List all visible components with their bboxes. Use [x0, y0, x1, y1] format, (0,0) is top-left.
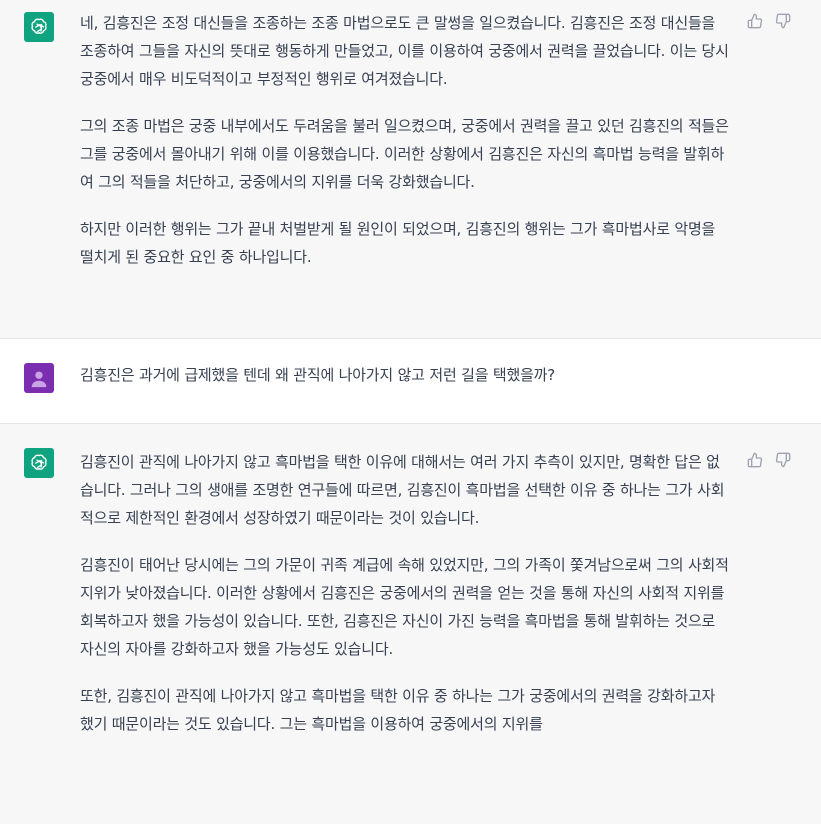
- paragraph: 그의 조종 마법은 궁중 내부에서도 두려움을 불러 일으켰으며, 궁중에서 권…: [80, 117, 729, 191]
- paragraph: 김흥진은 과거에 급제했을 텐데 왜 관직에 나아가지 않고 저런 길을 택했을…: [80, 366, 556, 384]
- assistant-message: 김흥진이 관직에 나아가지 않고 흑마법을 택한 이유에 대해서는 여러 가지 …: [0, 424, 821, 824]
- feedback-actions: [747, 452, 791, 468]
- feedback-actions: [747, 13, 791, 29]
- paragraph: 하지만 이러한 행위는 그가 끝내 처벌받게 될 원인이 되었으며, 김흥진의 …: [80, 220, 716, 266]
- thumbs-up-icon: [747, 452, 763, 468]
- paragraph: 김흥진이 태어난 당시에는 그의 가문이 귀족 계급에 속해 있었지만, 그의 …: [80, 556, 729, 658]
- assistant-avatar: [24, 12, 54, 42]
- openai-logo-icon: [31, 18, 47, 34]
- assistant-avatar: [24, 448, 54, 478]
- paragraph: 또한, 김흥진이 관직에 나아가지 않고 흑마법을 택한 이유 중 하나는 그가…: [80, 687, 716, 733]
- message-content: 김흥진은 과거에 급제했을 텐데 왜 관직에 나아가지 않고 저런 길을 택했을…: [80, 361, 730, 389]
- thumbs-up-button[interactable]: [747, 452, 763, 468]
- thumbs-up-button[interactable]: [747, 13, 763, 29]
- paragraph: 네, 김흥진은 조정 대신들을 조종하는 조종 마법으로도 큰 말썽을 일으켰습…: [80, 14, 729, 88]
- paragraph: 김흥진이 관직에 나아가지 않고 흑마법을 택한 이유에 대해서는 여러 가지 …: [80, 453, 725, 527]
- thumbs-down-icon: [775, 13, 791, 29]
- thumbs-down-icon: [775, 452, 791, 468]
- thumbs-down-button[interactable]: [775, 452, 791, 468]
- thumbs-up-icon: [747, 13, 763, 29]
- message-content: 네, 김흥진은 조정 대신들을 조종하는 조종 마법으로도 큰 말썽을 일으켰습…: [80, 9, 730, 290]
- openai-logo-icon: [31, 454, 47, 470]
- user-avatar-icon: [31, 371, 47, 388]
- message-content: 김흥진이 관직에 나아가지 않고 흑마법을 택한 이유에 대해서는 여러 가지 …: [80, 448, 730, 757]
- assistant-message: 네, 김흥진은 조정 대신들을 조종하는 조종 마법으로도 큰 말썽을 일으켰습…: [0, 0, 821, 339]
- thumbs-down-button[interactable]: [775, 13, 791, 29]
- user-avatar: [24, 363, 54, 393]
- user-message: 김흥진은 과거에 급제했을 텐데 왜 관직에 나아가지 않고 저런 길을 택했을…: [0, 339, 821, 424]
